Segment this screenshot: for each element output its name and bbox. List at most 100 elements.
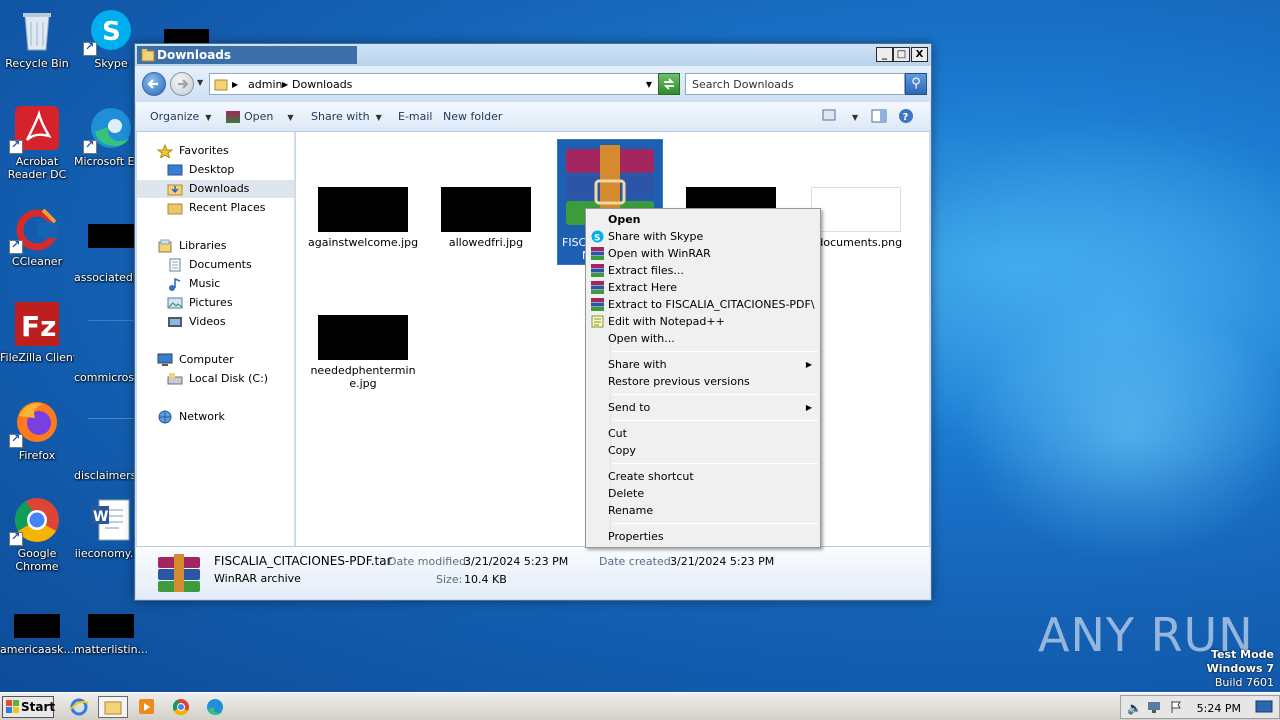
open-button[interactable]: Open ▼ bbox=[226, 110, 294, 123]
menu-send-to-label: Send to bbox=[608, 401, 651, 414]
menu-extract-files[interactable]: Extract files... bbox=[588, 262, 818, 279]
menu-extract-to-folder[interactable]: Extract to FISCALIA_CITACIONES-PDF\ bbox=[588, 296, 818, 313]
view-options-dropdown-icon[interactable]: ▼ bbox=[846, 110, 858, 123]
image-thumbnail bbox=[441, 187, 531, 232]
desktop-icon-americaask[interactable]: americaask... bbox=[0, 614, 74, 656]
windows-explorer-taskbar-button[interactable] bbox=[98, 696, 128, 718]
menu-share-with[interactable]: Share with ▶ bbox=[588, 356, 818, 373]
organize-label: Organize bbox=[150, 110, 200, 123]
breadcrumb-arrow-icon[interactable]: ▶ bbox=[282, 80, 288, 89]
desktop-thumbnail bbox=[164, 29, 209, 43]
star-icon bbox=[156, 143, 174, 160]
nav-music-label: Music bbox=[189, 277, 221, 290]
desktop-icon-chrome[interactable]: Google Chrome bbox=[0, 496, 74, 573]
desktop-icon-firefox[interactable]: Firefox bbox=[0, 398, 74, 462]
watermark-line-3: Build 7601 bbox=[1214, 676, 1274, 689]
minimize-button[interactable]: _ bbox=[876, 47, 893, 62]
nav-desktop[interactable]: Desktop bbox=[137, 161, 294, 179]
menu-open-with-winrar[interactable]: Open with WinRAR bbox=[588, 245, 818, 262]
network-icon[interactable] bbox=[1147, 700, 1161, 717]
file-item[interactable]: againstwelcome.jpg bbox=[308, 187, 418, 249]
desktop-icon-acrobat[interactable]: Acrobat Reader DC bbox=[0, 104, 74, 181]
help-icon[interactable]: ? bbox=[898, 108, 914, 127]
recent-pages-dropdown-icon[interactable]: ▼ bbox=[197, 78, 203, 87]
nav-libraries[interactable]: Libraries bbox=[137, 237, 294, 255]
file-item[interactable]: neededphentermin e.jpg bbox=[308, 315, 418, 390]
search-input[interactable]: Search Downloads bbox=[685, 73, 905, 95]
menu-open-with-label: Open with... bbox=[608, 332, 675, 345]
breadcrumb-admin[interactable]: admin bbox=[248, 78, 282, 91]
nav-music[interactable]: Music bbox=[137, 275, 294, 293]
context-menu[interactable]: Open S Share with Skype Open with WinRAR … bbox=[585, 208, 821, 548]
media-player-icon[interactable] bbox=[136, 697, 158, 717]
menu-cut-label: Cut bbox=[608, 427, 627, 440]
forward-button[interactable] bbox=[170, 72, 194, 96]
email-button[interactable]: E-mail bbox=[398, 110, 433, 123]
nav-favorites[interactable]: Favorites bbox=[137, 142, 294, 160]
action-center-flag-icon[interactable] bbox=[1169, 700, 1183, 717]
menu-create-shortcut[interactable]: Create shortcut bbox=[588, 468, 818, 485]
menu-send-to[interactable]: Send to ▶ bbox=[588, 399, 818, 416]
refresh-button[interactable] bbox=[658, 73, 680, 95]
desktop-icon-ccleaner[interactable]: CCleaner bbox=[0, 204, 74, 268]
clock[interactable]: 5:24 PM bbox=[1197, 702, 1241, 715]
new-folder-button[interactable]: New folder bbox=[443, 110, 502, 123]
change-view-icon[interactable] bbox=[822, 108, 836, 125]
desktop-icon-filezilla[interactable]: Fz FileZilla Client bbox=[0, 300, 74, 364]
libraries-icon bbox=[157, 239, 173, 253]
chrome-icon[interactable] bbox=[170, 697, 192, 717]
nav-recent-places[interactable]: Recent Places bbox=[137, 199, 294, 217]
show-desktop-icon[interactable] bbox=[1255, 700, 1273, 717]
address-dropdown-icon[interactable]: ▼ bbox=[646, 80, 652, 89]
share-with-button[interactable]: Share with ▼ bbox=[311, 110, 382, 123]
menu-copy[interactable]: Copy bbox=[588, 442, 818, 459]
menu-open-with[interactable]: Open with... bbox=[588, 330, 818, 347]
menu-extract-here[interactable]: Extract Here bbox=[588, 279, 818, 296]
address-bar[interactable]: ▶ admin ▶ Downloads ▼ bbox=[209, 73, 659, 95]
file-item[interactable]: allowedfri.jpg bbox=[431, 187, 541, 249]
menu-restore-previous-versions[interactable]: Restore previous versions bbox=[588, 373, 818, 390]
organize-button[interactable]: Organize ▼ bbox=[150, 110, 211, 123]
size-label: Size: bbox=[436, 573, 463, 586]
breadcrumb-arrow-icon[interactable]: ▶ bbox=[232, 80, 238, 89]
desktop-icon-recycle-bin[interactable]: Recycle Bin bbox=[0, 6, 74, 70]
menu-delete[interactable]: Delete bbox=[588, 485, 818, 502]
nav-videos-label: Videos bbox=[189, 315, 226, 328]
nav-recent-places-label: Recent Places bbox=[189, 201, 266, 214]
nav-local-disk[interactable]: Local Disk (C:) bbox=[137, 370, 294, 388]
breadcrumb-downloads[interactable]: Downloads bbox=[292, 78, 352, 91]
menu-rename-label: Rename bbox=[608, 504, 654, 517]
menu-share-with-skype[interactable]: S Share with Skype bbox=[588, 228, 818, 245]
title-bar[interactable]: Downloads _ □ X bbox=[135, 44, 931, 66]
menu-cut[interactable]: Cut bbox=[588, 425, 818, 442]
menu-open[interactable]: Open bbox=[588, 211, 818, 228]
nav-videos[interactable]: Videos bbox=[137, 313, 294, 331]
preview-pane-icon[interactable] bbox=[871, 109, 887, 126]
menu-separator bbox=[612, 463, 818, 464]
date-modified-value: 3/21/2024 5:23 PM bbox=[464, 555, 569, 568]
winrar-icon bbox=[591, 247, 604, 260]
nav-computer[interactable]: Computer bbox=[137, 351, 294, 369]
maximize-button[interactable]: □ bbox=[893, 47, 910, 62]
nav-network[interactable]: Network bbox=[137, 408, 294, 426]
pictures-icon bbox=[167, 296, 183, 310]
nav-documents[interactable]: Documents bbox=[137, 256, 294, 274]
nav-pictures[interactable]: Pictures bbox=[137, 294, 294, 312]
nav-downloads[interactable]: Downloads bbox=[137, 180, 294, 198]
menu-rename[interactable]: Rename bbox=[588, 502, 818, 519]
winrar-icon bbox=[226, 111, 240, 123]
volume-icon[interactable]: 🔈 bbox=[1127, 701, 1142, 715]
menu-edit-with-notepadpp[interactable]: Edit with Notepad++ bbox=[588, 313, 818, 330]
close-button[interactable]: X bbox=[911, 47, 928, 62]
start-button[interactable]: Start bbox=[2, 696, 55, 718]
internet-explorer-icon[interactable] bbox=[68, 697, 90, 717]
back-button[interactable] bbox=[142, 72, 166, 96]
menu-properties[interactable]: Properties bbox=[588, 528, 818, 545]
winrar-icon bbox=[591, 281, 604, 294]
edge-icon[interactable] bbox=[204, 697, 226, 717]
menu-open-label: Open bbox=[608, 213, 641, 226]
desktop-icon-matterlistin[interactable]: matterlistin... bbox=[74, 614, 148, 656]
nav-computer-label: Computer bbox=[179, 353, 234, 366]
menu-copy-label: Copy bbox=[608, 444, 636, 457]
search-icon[interactable]: ⚲ bbox=[905, 73, 927, 95]
